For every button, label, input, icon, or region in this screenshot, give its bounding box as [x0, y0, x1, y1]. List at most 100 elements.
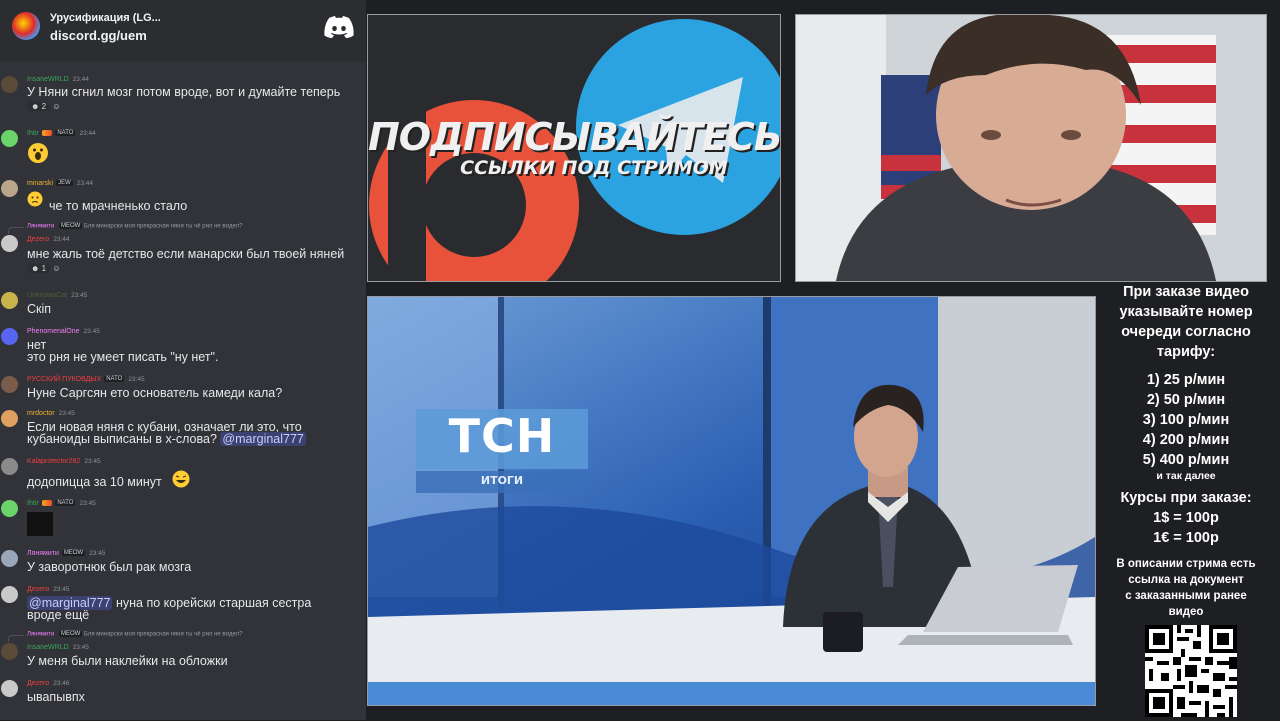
reply-username: Лянямити — [27, 223, 55, 230]
username[interactable]: PhenomenalOne — [27, 328, 80, 335]
message-header: Ihtir NATO 23:45 — [27, 500, 96, 507]
reply-preview[interactable]: Лянямити MEOW Бля минарски моя прекрасна… — [27, 223, 242, 230]
username[interactable]: UnknownCat — [27, 292, 67, 299]
avatar — [1, 292, 18, 309]
message-text: нуна по корейски старшая сестра — [115, 596, 312, 610]
message-header: Ihtir NATO 23:44 — [27, 130, 96, 137]
timestamp: 23:44 — [53, 236, 70, 243]
message-header: Kalaprotector282 23:45 — [27, 458, 101, 465]
username[interactable]: Kalaprotector282 — [27, 458, 80, 465]
avatar — [1, 235, 18, 252]
reaction-count: 2 — [41, 102, 47, 111]
role-badge: MEOW — [59, 631, 83, 637]
discord-logo-icon — [324, 16, 354, 38]
order-info-heading: очереди согласно — [1121, 324, 1251, 340]
username[interactable]: Дezero — [27, 680, 49, 687]
order-info-heading: указывайте номер — [1119, 304, 1253, 320]
username[interactable]: Ihtir — [27, 130, 39, 137]
username[interactable]: РУССКИЙ ПУКОВДЫХ — [27, 376, 101, 383]
username[interactable]: Дezero — [27, 586, 49, 593]
timestamp: 23:44 — [79, 130, 96, 137]
order-info-heading: При заказе видео — [1123, 284, 1249, 300]
avatar — [1, 550, 18, 567]
screaming-emoji-icon — [28, 143, 48, 163]
reply-text: Бля минарски моя прекрасная няня ты чё р… — [84, 223, 243, 230]
username[interactable]: minarski — [27, 180, 53, 187]
add-reaction-icon[interactable]: ☺ — [52, 102, 60, 111]
message-text: это рня не умеет писать "ну нет". — [27, 350, 219, 364]
reaction[interactable]: ☻ 1 ☺ — [27, 264, 61, 273]
username[interactable]: InsaneWRLD — [27, 644, 69, 651]
message-text: У меня были наклейки на обложки — [27, 654, 228, 668]
message-text: Нуне Саргсян ето основатель камеди кала? — [27, 386, 283, 400]
avatar — [1, 643, 18, 660]
video-player[interactable]: ТСН ИТОГИ — [367, 296, 1096, 706]
message-header: РУССКИЙ ПУКОВДЫХ NATO 23:45 — [27, 376, 145, 383]
reply-preview[interactable]: Лянямити MEOW Бля минарски моя прекрасна… — [27, 631, 242, 638]
role-badge: MEOW — [59, 223, 83, 229]
price-tier: 3) 100 р/мин — [1142, 412, 1230, 428]
timestamp: 23:45 — [72, 644, 89, 651]
subscribe-promo-panel: ПОДПИСЫВАЙТЕСЬ ССЫЛКИ ПОД СТРИМОМ — [367, 14, 781, 282]
price-tier: 5) 400 р/мин — [1142, 452, 1230, 468]
username[interactable]: Ihtir — [27, 500, 39, 507]
rates-title: Курсы при заказе: — [1120, 490, 1252, 506]
message-header: InsaneWRLD 23:44 — [27, 76, 89, 83]
username[interactable]: InsaneWRLD — [27, 76, 69, 83]
channel-logo-subtitle: ИТОГИ — [480, 474, 524, 487]
qr-code-icon — [1145, 625, 1237, 717]
timestamp: 23:45 — [71, 292, 88, 299]
avatar — [1, 76, 18, 93]
reply-text: Бля минарски моя прекрасная няня ты чё р… — [84, 631, 243, 638]
avatar — [1, 376, 18, 393]
timestamp: 23:45 — [84, 458, 101, 465]
avatar — [1, 410, 18, 427]
username[interactable]: Лянямити — [27, 550, 59, 557]
message-header: mrdoctor 23:45 — [27, 410, 75, 417]
role-badge — [41, 130, 53, 137]
message-text-line: кубаноиды выписаны в х-слова? @marginal7… — [27, 432, 306, 446]
sticker-image — [27, 512, 53, 536]
server-name: Урусификация (LG... — [50, 12, 161, 24]
role-badge: NATO — [104, 376, 125, 383]
timestamp: 23:45 — [89, 550, 106, 557]
server-invite-link[interactable]: discord.gg/uem — [50, 28, 147, 43]
avatar — [1, 500, 18, 517]
reply-connector — [8, 227, 24, 234]
channel-logo: ТСН — [448, 409, 556, 463]
message-header: PhenomenalOne 23:45 — [27, 328, 100, 335]
username[interactable]: mrdoctor — [27, 410, 55, 417]
message-text: У Няни сгнил мозг потом вроде, вот и дум… — [27, 85, 341, 99]
webcam-feed — [795, 14, 1267, 282]
promo-headline: ПОДПИСЫВАЙТЕСЬ — [368, 115, 781, 159]
description-note: В описании стрима есть — [1116, 558, 1256, 570]
add-reaction-icon[interactable]: ☺ — [52, 264, 60, 273]
role-badge: NATO — [55, 130, 76, 137]
message-text: ывапывпх — [27, 690, 85, 704]
role-badge: NATO — [55, 500, 76, 507]
video-frame — [368, 297, 1095, 705]
message-header: UnknownCat 23:45 — [27, 292, 87, 299]
message-header: Дezero 23:46 — [27, 680, 70, 687]
avatar — [1, 328, 18, 345]
message-header: Дezero 23:45 — [27, 586, 70, 593]
reaction[interactable]: ☻ 2 ☺ — [27, 102, 61, 111]
webcam-image — [796, 15, 1266, 281]
timestamp: 23:45 — [79, 500, 96, 507]
message-text: кубаноиды выписаны в х-слова? — [27, 432, 217, 446]
message-text: Скіп — [27, 302, 52, 316]
reply-username: Лянямити — [27, 631, 55, 638]
laughing-emoji-icon — [172, 470, 190, 488]
avatar — [1, 458, 18, 475]
timestamp: 23:44 — [72, 76, 89, 83]
rate-eur: 1€ = 100р — [1153, 530, 1219, 546]
message-header: minarski JEW 23:44 — [27, 180, 93, 187]
user-mention[interactable]: @marginal777 — [220, 432, 306, 446]
timestamp: 23:45 — [58, 410, 75, 417]
chat-header: Урусификация (LG... discord.gg/uem — [0, 0, 366, 62]
rate-usd: 1$ = 100р — [1153, 510, 1219, 526]
avatar — [1, 130, 18, 147]
promo-subline: ССЫЛКИ ПОД СТРИМОМ — [460, 157, 728, 179]
message-header: Дezero 23:44 — [27, 236, 70, 243]
username[interactable]: Дezero — [27, 236, 49, 243]
